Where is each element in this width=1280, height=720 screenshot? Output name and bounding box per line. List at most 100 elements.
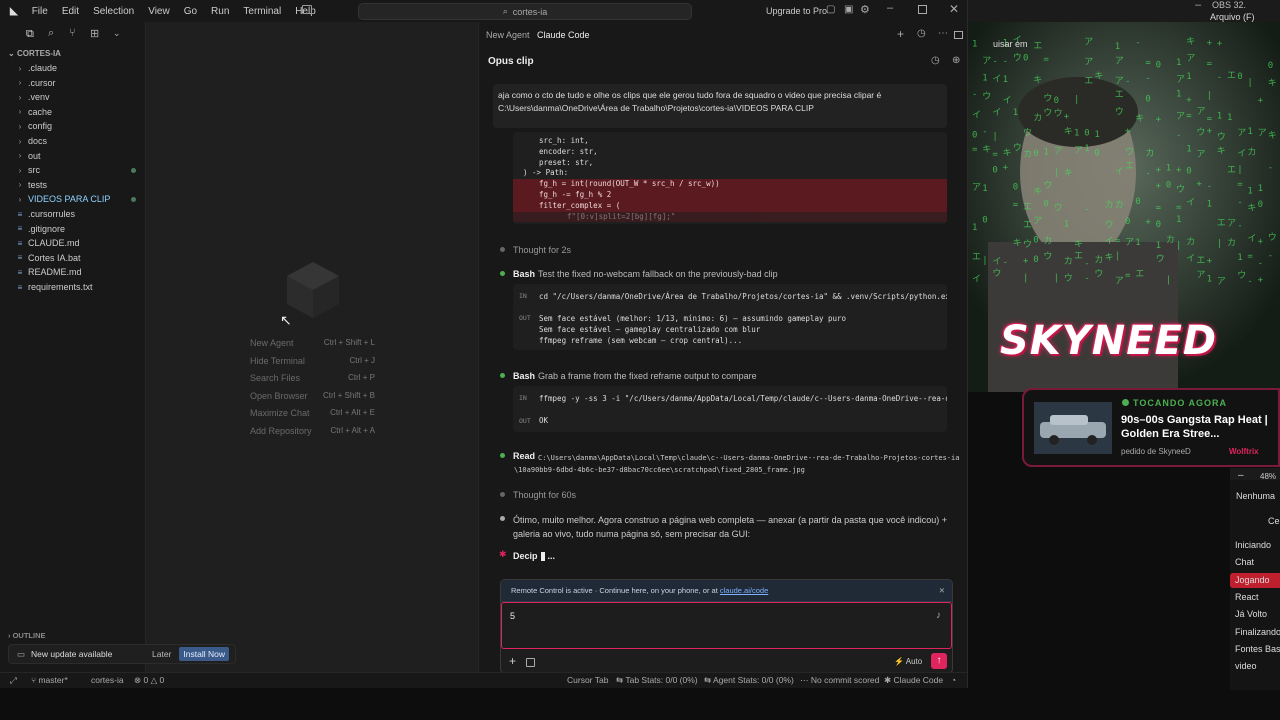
menu-terminal[interactable]: Terminal bbox=[243, 6, 281, 17]
explorer-sidebar: ⧉ ⌕ ⑂ ⊞ ⌄ ⌄ CORTES-IA › .claude › .cursor ›.… bbox=[0, 22, 236, 672]
new-chat-icon[interactable]: ⊕ bbox=[952, 55, 960, 66]
scene-item[interactable]: Chat bbox=[1230, 555, 1280, 570]
command-search[interactable]: ⌕ cortes-ia bbox=[358, 3, 692, 20]
minimize-icon[interactable]: – bbox=[887, 2, 893, 14]
scene-item[interactable]: React bbox=[1230, 590, 1280, 605]
tab-claude-code[interactable]: Claude Code bbox=[537, 30, 590, 40]
svg-text:キ: キ bbox=[1186, 37, 1195, 47]
tree-file[interactable]: ≡ README.md bbox=[0, 265, 146, 279]
svg-text:1: 1 bbox=[1064, 220, 1069, 230]
search-panel-icon[interactable]: ⌕ bbox=[48, 27, 54, 40]
history-icon[interactable]: ◷ bbox=[917, 28, 926, 39]
menu-file[interactable]: File bbox=[32, 6, 48, 17]
tab-new-agent[interactable]: New Agent bbox=[486, 30, 530, 40]
shortcut-row[interactable]: New Agent Ctrl + Shift + L bbox=[250, 338, 480, 352]
svg-text:カ: カ bbox=[1247, 147, 1256, 158]
problems-indicator[interactable]: ⊗ 0 △ 0 bbox=[134, 675, 164, 686]
tree-folder[interactable]: › out bbox=[0, 149, 146, 163]
add-attachment-icon[interactable]: + bbox=[509, 654, 516, 668]
layout-icon[interactable] bbox=[954, 31, 963, 39]
slash-command-icon[interactable] bbox=[526, 658, 535, 667]
tree-file[interactable]: ≡ Cortes IA.bat bbox=[0, 251, 146, 265]
explorer-root[interactable]: ⌄ CORTES-IA bbox=[8, 49, 61, 58]
svg-text:1: 1 bbox=[1176, 215, 1181, 225]
menu-edit[interactable]: Edit bbox=[62, 6, 79, 17]
tree-file[interactable]: ≡ CLAUDE.md bbox=[0, 236, 146, 250]
mode-selector[interactable]: ⚡ Auto bbox=[894, 657, 922, 666]
git-branch[interactable]: ⑂ master* bbox=[31, 675, 68, 685]
svg-text:カ: カ bbox=[1227, 237, 1236, 248]
toggle-sidebar-icon[interactable] bbox=[302, 5, 312, 14]
tree-folder[interactable]: › VIDEOS PARA CLIP bbox=[0, 192, 146, 206]
shortcut-row[interactable]: Maximize Chat Ctrl + Alt + E bbox=[250, 408, 480, 422]
scene-item[interactable]: video bbox=[1230, 659, 1280, 674]
clock-icon[interactable]: ◷ bbox=[931, 55, 940, 66]
svg-text:1: 1 bbox=[1186, 144, 1191, 154]
cursor-tab-status[interactable]: Cursor Tab bbox=[567, 675, 608, 685]
cursor-window: ◣ File Edit Selection View Go Run Termin… bbox=[0, 0, 968, 688]
close-icon[interactable]: ✕ bbox=[949, 2, 959, 16]
svg-text:イ: イ bbox=[1003, 96, 1012, 106]
shortcut-row[interactable]: Search Files Ctrl + P bbox=[250, 373, 480, 387]
agent-stats[interactable]: ⇆ Agent Stats: 0/0 (0%) bbox=[704, 675, 794, 686]
obs-menu-arquivo[interactable]: Arquivo (F) bbox=[1210, 12, 1255, 22]
file-icon: ≡ bbox=[17, 209, 23, 219]
chat-icon[interactable]: ▢ bbox=[826, 4, 835, 15]
plus-icon[interactable]: + bbox=[897, 27, 904, 41]
scene-item[interactable]: Jogando bbox=[1230, 572, 1280, 588]
tree-file[interactable]: ≡ .cursorrules bbox=[0, 207, 146, 221]
chevron-down-icon[interactable]: ⌄ bbox=[113, 28, 121, 39]
tree-folder[interactable]: › tests bbox=[0, 178, 146, 192]
svg-text:0: 0 bbox=[1258, 200, 1263, 210]
menu-selection[interactable]: Selection bbox=[93, 6, 134, 17]
claude-code-status[interactable]: ✱ Claude Code bbox=[884, 675, 943, 686]
scene-item[interactable]: Iniciando bbox=[1230, 538, 1280, 553]
chat-input[interactable]: 5 ♪ bbox=[501, 602, 952, 649]
tree-folder[interactable]: › .claude bbox=[0, 61, 146, 75]
scene-item[interactable]: Finalizando bbox=[1230, 625, 1280, 640]
tree-folder[interactable]: › config bbox=[0, 119, 146, 133]
minimize-icon[interactable]: – bbox=[1195, 0, 1201, 11]
workspace-name[interactable]: cortes-ia bbox=[91, 675, 124, 685]
scene-item[interactable]: Já Volto bbox=[1230, 607, 1280, 622]
shortcut-row[interactable]: Open Browser Ctrl + Shift + B bbox=[250, 391, 480, 405]
gear-icon[interactable]: ⚙ bbox=[860, 3, 870, 16]
source-control-icon[interactable]: ⑂ bbox=[69, 27, 76, 39]
remote-icon[interactable]: ⤢ bbox=[10, 675, 17, 686]
svg-text:ア: ア bbox=[1196, 150, 1205, 160]
close-banner-icon[interactable]: ✕ bbox=[939, 586, 945, 595]
tree-folder[interactable]: › cache bbox=[0, 105, 146, 119]
in-label: IN bbox=[519, 394, 527, 402]
microphone-icon[interactable]: ♪ bbox=[936, 610, 941, 621]
tree-folder[interactable]: › .venv bbox=[0, 90, 146, 104]
tree-folder[interactable]: › src bbox=[0, 163, 146, 177]
extensions-icon[interactable]: ⊞ bbox=[90, 27, 99, 40]
notifications-icon[interactable]: ◔ bbox=[951, 675, 956, 685]
tree-folder[interactable]: › docs bbox=[0, 134, 146, 148]
menu-run[interactable]: Run bbox=[211, 6, 229, 17]
chevron-right-icon: › bbox=[18, 78, 22, 88]
tree-file[interactable]: ≡ requirements.txt bbox=[0, 280, 146, 294]
scene-collection[interactable]: Nenhuma bbox=[1236, 491, 1275, 501]
tab-stats[interactable]: ⇆ Tab Stats: 0/0 (0%) bbox=[616, 675, 698, 686]
tree-file[interactable]: ≡ .gitignore bbox=[0, 222, 146, 236]
outline-section[interactable]: › OUTLINE bbox=[8, 631, 46, 640]
svg-text:=: = bbox=[1013, 201, 1019, 211]
later-button[interactable]: Later bbox=[152, 649, 171, 659]
menu-view[interactable]: View bbox=[148, 6, 170, 17]
feedback-icon[interactable]: ▣ bbox=[844, 4, 853, 15]
scene-item[interactable]: Fontes Base bbox=[1230, 642, 1280, 657]
more-icon[interactable]: ⋯ bbox=[938, 28, 948, 39]
svg-text:1: 1 bbox=[972, 223, 977, 233]
menu-go[interactable]: Go bbox=[184, 6, 197, 17]
maximize-icon[interactable] bbox=[918, 5, 927, 14]
shortcut-row[interactable]: Hide Terminal Ctrl + J bbox=[250, 356, 480, 370]
remote-link[interactable]: claude.ai/code bbox=[720, 586, 768, 595]
send-button[interactable]: ↑ bbox=[931, 653, 947, 669]
files-icon[interactable]: ⧉ bbox=[26, 28, 34, 41]
tree-folder[interactable]: › .cursor bbox=[0, 76, 146, 90]
upgrade-link[interactable]: Upgrade to Pro bbox=[766, 6, 827, 16]
commit-score[interactable]: ⋯ No commit scored bbox=[800, 675, 879, 686]
shortcut-row[interactable]: Add Repository Ctrl + Alt + A bbox=[250, 426, 480, 440]
install-now-button[interactable]: Install Now bbox=[179, 647, 229, 661]
